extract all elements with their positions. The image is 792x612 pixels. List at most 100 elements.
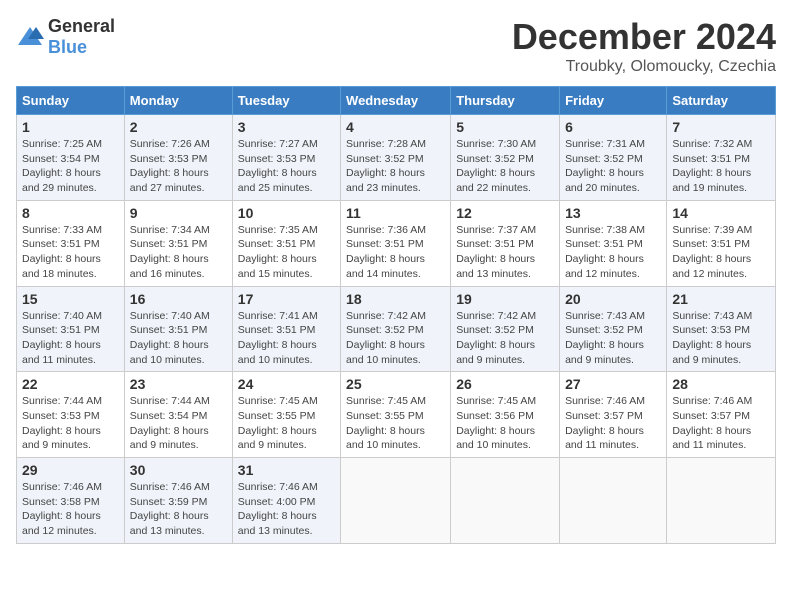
logo-text-general: General (48, 16, 115, 36)
calendar-cell: 5Sunrise: 7:30 AMSunset: 3:52 PMDaylight… (451, 115, 560, 201)
header-cell-monday: Monday (124, 87, 232, 115)
day-detail: Sunrise: 7:30 AMSunset: 3:52 PMDaylight:… (456, 137, 554, 196)
day-detail: Sunrise: 7:33 AMSunset: 3:51 PMDaylight:… (22, 223, 119, 282)
logo-text-blue: Blue (48, 37, 87, 57)
day-number: 8 (22, 205, 119, 221)
logo: General Blue (16, 16, 115, 58)
day-detail: Sunrise: 7:39 AMSunset: 3:51 PMDaylight:… (672, 223, 770, 282)
day-number: 24 (238, 376, 335, 392)
header-cell-wednesday: Wednesday (341, 87, 451, 115)
day-detail: Sunrise: 7:44 AMSunset: 3:54 PMDaylight:… (130, 394, 227, 453)
day-number: 2 (130, 119, 227, 135)
calendar-cell: 29 Sunrise: 7:46 AMSunset: 3:58 PMDayligh… (17, 458, 125, 544)
day-detail: Sunrise: 7:34 AMSunset: 3:51 PMDaylight:… (130, 223, 227, 282)
calendar-cell: 30 Sunrise: 7:46 AMSunset: 3:59 PMDayligh… (124, 458, 232, 544)
calendar-cell: 13 Sunrise: 7:38 AMSunset: 3:51 PMDayligh… (560, 200, 667, 286)
calendar-cell: 15 Sunrise: 7:40 AMSunset: 3:51 PMDayligh… (17, 286, 125, 372)
calendar-cell (341, 458, 451, 544)
calendar-cell: 28Sunrise: 7:46 AMSunset: 3:57 PMDayligh… (667, 372, 776, 458)
day-detail: Sunrise: 7:43 AMSunset: 3:52 PMDaylight:… (565, 309, 661, 368)
day-detail: Sunrise: 7:46 AMSunset: 4:00 PMDaylight:… (238, 480, 335, 539)
day-number: 13 (565, 205, 661, 221)
calendar-cell (667, 458, 776, 544)
calendar-cell: 4Sunrise: 7:28 AMSunset: 3:52 PMDaylight… (341, 115, 451, 201)
day-number: 19 (456, 291, 554, 307)
day-detail: Sunrise: 7:31 AMSunset: 3:52 PMDaylight:… (565, 137, 661, 196)
day-number: 3 (238, 119, 335, 135)
calendar-week-row: 29 Sunrise: 7:46 AMSunset: 3:58 PMDayligh… (17, 458, 776, 544)
day-number: 18 (346, 291, 445, 307)
day-number: 23 (130, 376, 227, 392)
day-detail: Sunrise: 7:26 AMSunset: 3:53 PMDaylight:… (130, 137, 227, 196)
calendar-cell: 19 Sunrise: 7:42 AMSunset: 3:52 PMDayligh… (451, 286, 560, 372)
day-number: 26 (456, 376, 554, 392)
calendar-cell: 3 Sunrise: 7:27 AMSunset: 3:53 PMDaylight… (232, 115, 340, 201)
day-detail: Sunrise: 7:46 AMSunset: 3:59 PMDaylight:… (130, 480, 227, 539)
location-title: Troubky, Olomoucky, Czechia (512, 58, 776, 76)
day-number: 21 (672, 291, 770, 307)
day-number: 4 (346, 119, 445, 135)
day-detail: Sunrise: 7:37 AMSunset: 3:51 PMDaylight:… (456, 223, 554, 282)
header-cell-thursday: Thursday (451, 87, 560, 115)
day-number: 14 (672, 205, 770, 221)
day-number: 29 (22, 462, 119, 478)
calendar-cell: 26 Sunrise: 7:45 AMSunset: 3:56 PMDayligh… (451, 372, 560, 458)
calendar-cell: 25Sunrise: 7:45 AMSunset: 3:55 PMDayligh… (341, 372, 451, 458)
calendar-cell: 21 Sunrise: 7:43 AMSunset: 3:53 PMDayligh… (667, 286, 776, 372)
day-detail: Sunrise: 7:35 AMSunset: 3:51 PMDaylight:… (238, 223, 335, 282)
calendar-cell: 1 Sunrise: 7:25 AMSunset: 3:54 PMDaylight… (17, 115, 125, 201)
day-number: 12 (456, 205, 554, 221)
day-number: 1 (22, 119, 119, 135)
calendar-table: SundayMondayTuesdayWednesdayThursdayFrid… (16, 86, 776, 544)
calendar-cell: 8 Sunrise: 7:33 AMSunset: 3:51 PMDaylight… (17, 200, 125, 286)
day-detail: Sunrise: 7:45 AMSunset: 3:56 PMDaylight:… (456, 394, 554, 453)
day-detail: Sunrise: 7:42 AMSunset: 3:52 PMDaylight:… (456, 309, 554, 368)
header-cell-friday: Friday (560, 87, 667, 115)
calendar-cell (560, 458, 667, 544)
day-detail: Sunrise: 7:27 AMSunset: 3:53 PMDaylight:… (238, 137, 335, 196)
day-detail: Sunrise: 7:36 AMSunset: 3:51 PMDaylight:… (346, 223, 445, 282)
calendar-cell (451, 458, 560, 544)
day-detail: Sunrise: 7:42 AMSunset: 3:52 PMDaylight:… (346, 309, 445, 368)
day-number: 27 (565, 376, 661, 392)
calendar-cell: 31 Sunrise: 7:46 AMSunset: 4:00 PMDayligh… (232, 458, 340, 544)
day-number: 7 (672, 119, 770, 135)
day-number: 22 (22, 376, 119, 392)
day-detail: Sunrise: 7:43 AMSunset: 3:53 PMDaylight:… (672, 309, 770, 368)
calendar-body: 1 Sunrise: 7:25 AMSunset: 3:54 PMDaylight… (17, 115, 776, 544)
day-detail: Sunrise: 7:46 AMSunset: 3:58 PMDaylight:… (22, 480, 119, 539)
calendar-cell: 20 Sunrise: 7:43 AMSunset: 3:52 PMDayligh… (560, 286, 667, 372)
month-title: December 2024 (512, 16, 776, 58)
calendar-cell: 11 Sunrise: 7:36 AMSunset: 3:51 PMDayligh… (341, 200, 451, 286)
day-detail: Sunrise: 7:46 AMSunset: 3:57 PMDaylight:… (672, 394, 770, 453)
calendar-cell: 6 Sunrise: 7:31 AMSunset: 3:52 PMDaylight… (560, 115, 667, 201)
day-detail: Sunrise: 7:45 AMSunset: 3:55 PMDaylight:… (346, 394, 445, 453)
day-number: 9 (130, 205, 227, 221)
day-detail: Sunrise: 7:41 AMSunset: 3:51 PMDaylight:… (238, 309, 335, 368)
day-number: 11 (346, 205, 445, 221)
calendar-week-row: 1 Sunrise: 7:25 AMSunset: 3:54 PMDaylight… (17, 115, 776, 201)
day-detail: Sunrise: 7:38 AMSunset: 3:51 PMDaylight:… (565, 223, 661, 282)
day-number: 30 (130, 462, 227, 478)
day-number: 16 (130, 291, 227, 307)
day-number: 6 (565, 119, 661, 135)
calendar-cell: 27Sunrise: 7:46 AMSunset: 3:57 PMDayligh… (560, 372, 667, 458)
day-detail: Sunrise: 7:44 AMSunset: 3:53 PMDaylight:… (22, 394, 119, 453)
header-cell-sunday: Sunday (17, 87, 125, 115)
calendar-week-row: 22 Sunrise: 7:44 AMSunset: 3:53 PMDayligh… (17, 372, 776, 458)
calendar-cell: 16 Sunrise: 7:40 AMSunset: 3:51 PMDayligh… (124, 286, 232, 372)
calendar-cell: 14 Sunrise: 7:39 AMSunset: 3:51 PMDayligh… (667, 200, 776, 286)
day-detail: Sunrise: 7:40 AMSunset: 3:51 PMDaylight:… (22, 309, 119, 368)
header-cell-saturday: Saturday (667, 87, 776, 115)
title-area: December 2024 Troubky, Olomoucky, Czechi… (512, 16, 776, 76)
day-detail: Sunrise: 7:40 AMSunset: 3:51 PMDaylight:… (130, 309, 227, 368)
day-number: 17 (238, 291, 335, 307)
day-number: 20 (565, 291, 661, 307)
day-number: 15 (22, 291, 119, 307)
calendar-cell: 10Sunrise: 7:35 AMSunset: 3:51 PMDayligh… (232, 200, 340, 286)
calendar-week-row: 8 Sunrise: 7:33 AMSunset: 3:51 PMDaylight… (17, 200, 776, 286)
header: General Blue December 2024 Troubky, Olom… (16, 16, 776, 76)
day-number: 31 (238, 462, 335, 478)
header-cell-tuesday: Tuesday (232, 87, 340, 115)
day-detail: Sunrise: 7:25 AMSunset: 3:54 PMDaylight:… (22, 137, 119, 196)
